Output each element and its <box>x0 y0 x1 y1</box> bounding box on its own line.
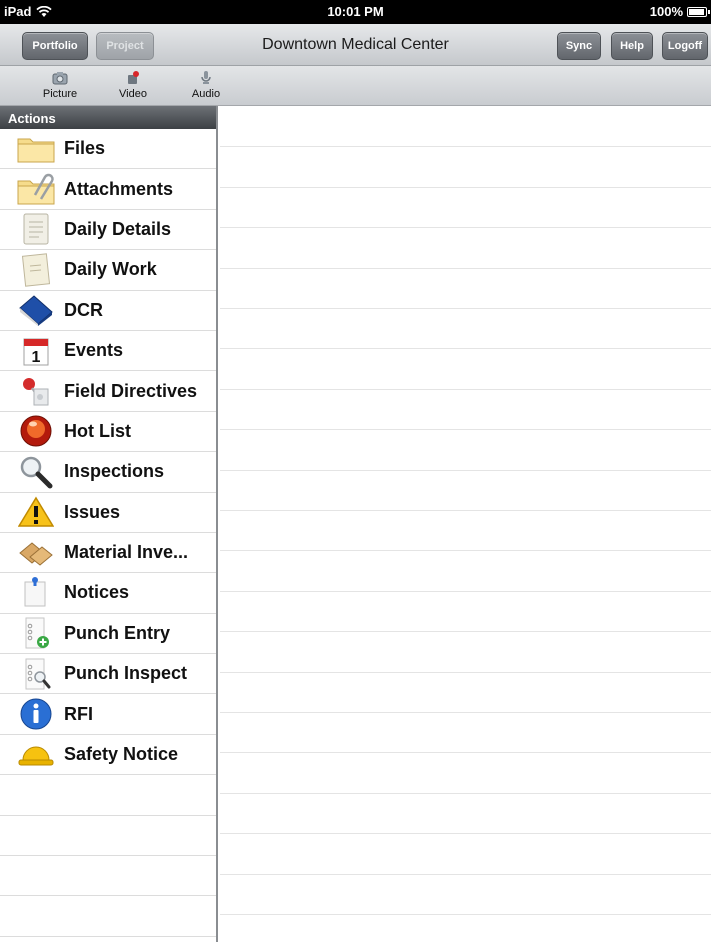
sidebar-item-label: Punch Entry <box>64 622 171 643</box>
sidebar-item-events[interactable]: 1 Events <box>0 331 216 372</box>
content-row-divider <box>220 792 711 794</box>
content-row-divider <box>220 267 711 269</box>
content-row-divider <box>220 833 711 835</box>
sidebar-item-material-inventory[interactable]: Material Inve... <box>0 533 216 574</box>
content-row-divider <box>220 590 711 592</box>
sidebar-item-notices[interactable]: Notices <box>0 573 216 614</box>
sidebar-item-label: Issues <box>64 501 121 522</box>
microphone-icon <box>176 69 236 87</box>
sidebar-item-files[interactable]: Files <box>0 129 216 170</box>
sidebar-item-label: Daily Details <box>64 218 172 239</box>
logoff-button[interactable]: Logoff <box>662 32 708 60</box>
sidebar-item-field-directives[interactable]: Field Directives <box>0 371 216 412</box>
content-row-divider <box>220 752 711 754</box>
sidebar-item-safety-notice[interactable]: Safety Notice <box>0 735 216 776</box>
content-row-divider <box>220 631 711 633</box>
video-button[interactable]: Video <box>103 69 163 100</box>
content-row-divider <box>220 146 711 148</box>
empty-row <box>0 856 216 897</box>
book-icon <box>16 292 56 328</box>
sidebar-item-rfi[interactable]: RFI <box>0 694 216 735</box>
pin-icon <box>16 373 56 409</box>
audio-button[interactable]: Audio <box>176 69 236 100</box>
sidebar-item-issues[interactable]: Issues <box>0 493 216 533</box>
actions-sidebar: Actions Files Attachments Daily Details … <box>0 106 218 942</box>
video-label: Video <box>119 88 147 100</box>
boxes-icon <box>16 535 56 571</box>
sidebar-item-label: Safety Notice <box>64 744 179 765</box>
sidebar-item-label: Hot List <box>64 420 131 441</box>
pinned-note-icon <box>16 575 56 611</box>
list-add-icon <box>16 615 56 651</box>
video-icon <box>103 69 163 87</box>
sidebar-item-label: Inspections <box>64 461 165 482</box>
sidebar-item-label: Files <box>64 138 106 159</box>
note-page-icon <box>16 252 56 288</box>
content-row-divider <box>220 671 711 673</box>
sidebar-item-punch-inspect[interactable]: Punch Inspect <box>0 654 216 695</box>
content-row-divider <box>220 873 711 875</box>
empty-row <box>0 816 216 857</box>
sidebar-item-label: Field Directives <box>64 380 198 401</box>
content-row-divider <box>220 388 711 390</box>
content-row-divider <box>220 227 711 229</box>
calendar-icon: 1 <box>16 333 56 369</box>
info-icon <box>16 696 56 732</box>
folder-icon <box>16 131 56 167</box>
sidebar-item-label: Punch Inspect <box>64 663 188 684</box>
magnifier-icon <box>16 454 56 490</box>
sidebar-item-inspections[interactable]: Inspections <box>0 452 216 493</box>
help-button[interactable]: Help <box>611 32 653 60</box>
sidebar-item-punch-entry[interactable]: Punch Entry <box>0 614 216 655</box>
sidebar-item-label: Events <box>64 340 124 361</box>
page-title: Downtown Medical Center <box>262 36 449 53</box>
content-row-divider <box>220 469 711 471</box>
audio-label: Audio <box>191 88 221 100</box>
content-row-divider <box>220 308 711 309</box>
sidebar-item-dcr[interactable]: DCR <box>0 291 216 331</box>
picture-label: Picture <box>42 88 78 100</box>
actions-header: Actions <box>0 106 216 129</box>
media-toolbar: Picture Video Audio <box>0 66 711 106</box>
list-magnifier-icon <box>16 656 56 692</box>
sidebar-item-label: Material Inve... <box>64 542 189 563</box>
content-row-divider <box>220 348 711 350</box>
warning-icon <box>16 494 56 530</box>
content-row-divider <box>220 186 711 188</box>
notepad-icon <box>16 211 56 247</box>
sidebar-item-daily-details[interactable]: Daily Details <box>0 210 216 251</box>
paperclip-folder-icon <box>16 171 56 207</box>
content-row-divider <box>220 914 711 915</box>
sidebar-item-label: Notices <box>64 582 130 603</box>
sidebar-item-label: Attachments <box>64 178 174 199</box>
navigation-bar: Portfolio Project Downtown Medical Cente… <box>0 24 711 66</box>
content-row-divider <box>220 712 711 713</box>
battery-icon <box>687 6 710 17</box>
sync-button[interactable]: Sync <box>557 32 601 60</box>
main-content <box>220 106 711 942</box>
empty-row <box>0 896 216 937</box>
sidebar-item-label: Daily Work <box>64 259 157 280</box>
content-row-divider <box>220 429 711 431</box>
status-bar: iPad 10:01 PM 100% <box>0 0 711 24</box>
empty-row <box>0 775 216 816</box>
picture-button[interactable]: Picture <box>30 69 90 100</box>
sidebar-item-hot-list[interactable]: Hot List <box>0 412 216 453</box>
sidebar-item-attachments[interactable]: Attachments <box>0 169 216 210</box>
sidebar-item-label: DCR <box>64 299 103 320</box>
sidebar-item-daily-work[interactable]: Daily Work <box>0 250 216 291</box>
clock: 10:01 PM <box>327 4 384 19</box>
camera-icon <box>30 69 90 87</box>
content-row-divider <box>220 550 711 552</box>
svg-text:1: 1 <box>32 349 41 366</box>
red-light-icon <box>16 413 56 449</box>
sidebar-item-label: RFI <box>64 703 93 724</box>
hard-hat-icon <box>16 737 56 773</box>
battery-percent: 100% <box>649 4 683 19</box>
content-row-divider <box>220 510 711 511</box>
